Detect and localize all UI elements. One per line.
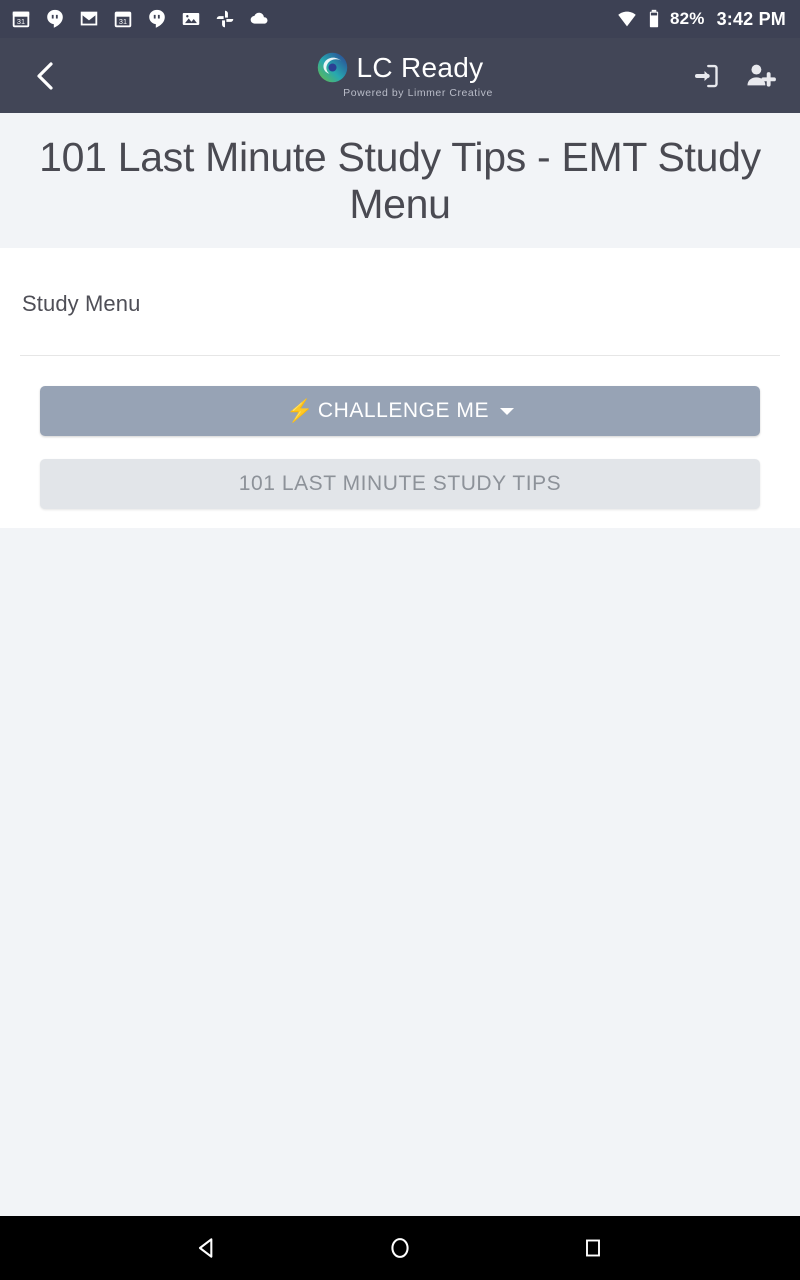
- hangouts-icon: [47, 9, 63, 28]
- calendar-icon: 31: [12, 11, 30, 28]
- svg-text:31: 31: [17, 17, 25, 26]
- battery-percent-label: 82%: [669, 9, 705, 28]
- study-menu-button-list: ⚡ CHALLENGE ME 101 LAST MINUTE STUDY TIP…: [20, 356, 780, 509]
- battery-icon: [649, 9, 659, 28]
- circle-home-icon: [391, 1238, 409, 1258]
- chevron-left-icon: [37, 61, 53, 90]
- photos-image-icon: [182, 13, 200, 25]
- page-title: 101 Last Minute Study Tips - EMT Study M…: [39, 134, 761, 227]
- challenge-me-label: CHALLENGE ME: [317, 399, 490, 422]
- challenge-me-button[interactable]: ⚡ CHALLENGE ME: [40, 386, 760, 436]
- clock-label: 3:42 PM: [716, 8, 786, 29]
- sign-in-icon: [695, 64, 718, 87]
- system-home-button[interactable]: [370, 1218, 430, 1278]
- brand-name-label: LC Ready: [356, 51, 484, 83]
- hangouts-icon: [149, 9, 165, 28]
- section-heading: Study Menu: [22, 291, 141, 316]
- android-navigation-bar: [0, 1216, 800, 1280]
- register-button[interactable]: [744, 60, 776, 92]
- system-recents-button[interactable]: [563, 1218, 623, 1278]
- content-card: Study Menu ⚡ CHALLENGE ME 101 LAST MINUT…: [0, 248, 800, 528]
- triangle-back-icon: [198, 1238, 213, 1258]
- lc-ready-logo-icon: [317, 52, 347, 83]
- study-tips-button[interactable]: 101 LAST MINUTE STUDY TIPS: [40, 459, 760, 509]
- cloud-icon: [250, 12, 268, 24]
- add-user-icon: [747, 64, 776, 87]
- brand-logo: LC Ready Powered by Limmer Creative: [0, 38, 800, 113]
- phone-screen: 31 31 82% 3:42 PM LC Ready Powered by Li…: [0, 0, 800, 1280]
- back-button[interactable]: [18, 49, 72, 103]
- navbar-actions: [692, 60, 776, 92]
- brand-tagline-label: Powered by Limmer Creative: [343, 87, 493, 99]
- svg-text:31: 31: [119, 17, 127, 26]
- calendar-icon: 31: [114, 11, 132, 28]
- square-recents-icon: [586, 1239, 601, 1257]
- study-tips-label: 101 LAST MINUTE STUDY TIPS: [238, 472, 562, 495]
- chevron-down-icon: [500, 407, 515, 415]
- page-title-band: 101 Last Minute Study Tips - EMT Study M…: [0, 113, 800, 248]
- sign-in-button[interactable]: [692, 61, 722, 91]
- app-navbar: LC Ready Powered by Limmer Creative: [0, 38, 800, 113]
- wifi-icon: [618, 11, 636, 27]
- gmail-icon: [80, 11, 98, 26]
- status-system-indicators: 82% 3:42 PM: [616, 8, 786, 30]
- google-photos-pinwheel-icon: [216, 10, 234, 28]
- system-back-button[interactable]: [177, 1218, 237, 1278]
- page-background: [0, 528, 800, 1216]
- android-status-bar: 31 31 82% 3:42 PM: [0, 0, 800, 38]
- lightning-bolt-icon: ⚡: [285, 398, 314, 423]
- status-notification-icons: 31 31: [10, 8, 270, 30]
